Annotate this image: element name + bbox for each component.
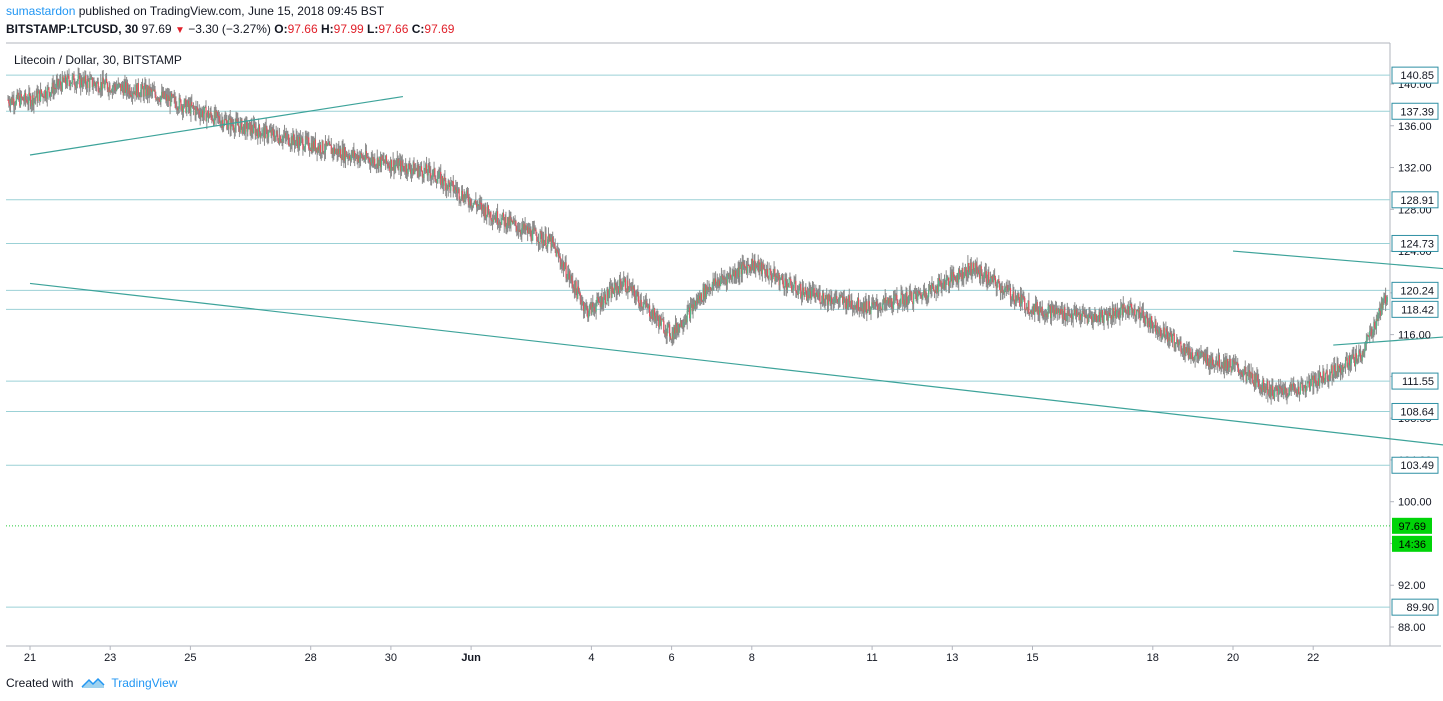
candle-body — [237, 125, 240, 127]
candle-body — [1386, 297, 1388, 302]
tradingview-link[interactable]: TradingView — [111, 676, 177, 690]
candle-body — [1344, 360, 1347, 367]
price-tick-label: 136.00 — [1398, 121, 1432, 133]
candle-body — [1324, 373, 1327, 381]
candle-body — [928, 289, 930, 297]
candle-body — [746, 264, 748, 274]
time-tick-label: 8 — [749, 652, 755, 664]
candle-body — [795, 280, 797, 292]
candle-body — [258, 125, 261, 132]
candle-body — [782, 280, 784, 287]
time-tick-label: 28 — [305, 652, 317, 664]
price-tick-label: 116.00 — [1398, 330, 1431, 342]
chart-title: Litecoin / Dollar, 30, BITSTAMP — [14, 53, 182, 67]
price-tick-label: 92.00 — [1398, 580, 1426, 592]
candle-body — [436, 178, 439, 183]
candle-body — [89, 79, 91, 89]
level-tag-label: 108.64 — [1400, 406, 1434, 418]
candle-body — [1024, 297, 1026, 310]
countdown-label: 14:36 — [1398, 539, 1426, 551]
candle-body — [660, 318, 662, 326]
last-price-label: 97.69 — [1398, 521, 1426, 533]
candle-body — [1028, 300, 1030, 314]
time-axis: 21 23 25 28 30 Jun 4 6 8 11 13 15 18 20 22 — [24, 646, 1319, 664]
level-tag-label: 140.85 — [1400, 70, 1434, 82]
candle-body — [912, 292, 915, 305]
level-tag-label: 103.49 — [1400, 460, 1434, 472]
time-tick-label: 30 — [385, 652, 397, 664]
price-tick-label: 88.00 — [1398, 622, 1426, 634]
horizontal-levels — [6, 74, 1390, 608]
price-chart[interactable]: 140.00136.00132.00128.00124.00120.00116.… — [0, 0, 1443, 701]
candle-body — [502, 212, 505, 218]
candle-body — [638, 296, 640, 304]
footer: Created with TradingView — [6, 676, 177, 690]
level-tag-label: 120.24 — [1400, 285, 1434, 297]
time-tick-label: 4 — [588, 652, 594, 664]
level-tag-label: 128.91 — [1400, 195, 1434, 207]
created-with-text: Created with — [6, 676, 74, 690]
trendline — [29, 282, 1443, 446]
price-tick-label: 100.00 — [1398, 497, 1432, 509]
candle-body — [880, 306, 882, 309]
candle-body — [1218, 355, 1220, 368]
candle-body — [669, 336, 672, 339]
candle-body — [1194, 355, 1196, 360]
candle-body — [768, 268, 770, 279]
candles — [7, 67, 1388, 405]
time-tick-label: 15 — [1026, 652, 1038, 664]
candle-body — [1299, 383, 1301, 395]
candle-body — [1229, 358, 1231, 368]
candle-body — [604, 294, 606, 304]
candle-body — [247, 129, 249, 132]
candle-body — [1319, 372, 1322, 377]
candle-body — [1355, 353, 1357, 359]
candle-body — [1013, 291, 1015, 301]
candle-body — [624, 278, 626, 290]
candle-body — [48, 87, 50, 93]
price-tick-label: 132.00 — [1398, 163, 1432, 175]
candle-body — [1163, 327, 1165, 335]
trendline — [29, 95, 404, 156]
candle-body — [322, 140, 324, 153]
candle-body — [805, 287, 807, 291]
time-tick-label: 13 — [946, 652, 958, 664]
time-tick-label: 22 — [1307, 652, 1319, 664]
candle-body — [420, 166, 423, 171]
level-tag-label: 118.42 — [1401, 304, 1434, 316]
time-tick-label: 18 — [1147, 652, 1159, 664]
candle-body — [554, 246, 556, 249]
candle-body — [870, 308, 872, 314]
time-tick-label: 21 — [24, 652, 36, 664]
candle-body — [319, 144, 322, 153]
level-tag-label: 137.39 — [1400, 106, 1434, 118]
candle-body — [739, 268, 741, 277]
time-tick-label: Jun — [461, 652, 481, 664]
time-tick-label: 23 — [104, 652, 116, 664]
level-tag-label: 89.90 — [1406, 602, 1434, 614]
candle-body — [227, 119, 230, 127]
time-tick-label: 25 — [184, 652, 196, 664]
candle-body — [836, 296, 838, 300]
candle-body — [1072, 313, 1074, 320]
tradingview-logo-icon — [81, 677, 105, 688]
level-tag-label: 111.55 — [1402, 376, 1434, 388]
candle-body — [515, 220, 517, 227]
candle-body — [37, 93, 39, 102]
candle-body — [911, 292, 913, 302]
time-tick-label: 6 — [669, 652, 675, 664]
candle-body — [819, 292, 821, 303]
level-tag-label: 124.73 — [1400, 238, 1434, 250]
time-tick-label: 11 — [866, 652, 877, 664]
candle-body — [511, 219, 513, 221]
time-tick-label: 20 — [1227, 652, 1239, 664]
candle-body — [640, 299, 642, 307]
